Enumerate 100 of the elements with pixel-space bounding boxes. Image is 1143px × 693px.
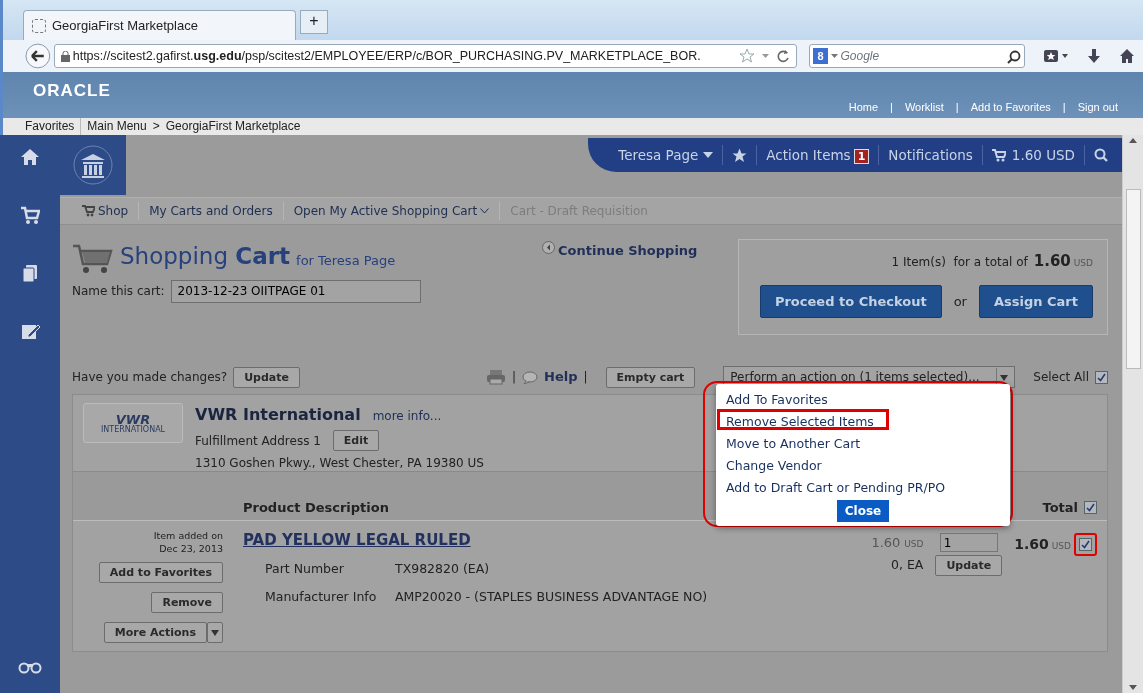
breadcrumb-link[interactable]: Shop — [98, 202, 129, 220]
lock-icon — [60, 50, 70, 62]
field-label: Part Number — [265, 559, 345, 578]
line-total: 1.60 — [1014, 535, 1049, 554]
or-label: or — [953, 292, 967, 311]
separator: | — [890, 99, 893, 115]
star-outline-icon[interactable] — [739, 48, 756, 64]
notifications-link[interactable]: Notifications — [888, 144, 973, 166]
vendor-name: VWR International — [195, 404, 361, 426]
url-text: https://scitest2.gafirst.usg.edu/psp/scitest2/EMPLOYEE/ERP/c/BOR_PURCHASING.PV_MARKETPLACE_BOR. — [72, 47, 701, 65]
more-actions-caret[interactable] — [207, 622, 223, 643]
search-icon[interactable] — [1007, 49, 1021, 64]
header-link[interactable]: Worklist — [904, 98, 944, 115]
scroll-thumb[interactable] — [1125, 189, 1141, 369]
refresh-icon[interactable] — [776, 48, 791, 64]
cart-total: 1.60 — [1033, 251, 1071, 272]
cart-icon[interactable] — [991, 148, 1006, 162]
currency-label: USD — [1073, 257, 1093, 270]
field-value: TX982820 (EA) — [395, 559, 491, 578]
url-field[interactable]: https://scitest2.gafirst.usg.edu/psp/scitest2/EMPLOYEE/ERP/c/BOR_PURCHASING.PV_MARKETPLACE_BOR. — [53, 44, 798, 68]
fulfillment-address-label: Fulfillment Address 1 — [195, 432, 321, 450]
quantity-field[interactable]: 1 — [939, 533, 998, 552]
update-button[interactable]: Update — [233, 366, 300, 388]
column-header: Total — [1042, 498, 1078, 517]
oracle-logo: ORACLE — [33, 80, 111, 102]
page-title: Shopping Cart — [120, 242, 291, 271]
separator: | — [583, 369, 588, 386]
print-icon[interactable] — [485, 369, 506, 385]
search-engine-logo: 8 — [813, 47, 828, 65]
field-label: Name this cart: — [72, 283, 165, 300]
user-menu[interactable]: Teresa Page — [618, 144, 699, 166]
dropdown-arrow-icon — [830, 51, 838, 61]
header-link[interactable]: Add to Favorites — [970, 98, 1051, 115]
product-title[interactable]: PAD YELLOW LEGAL RULED — [243, 529, 803, 552]
download-arrow-icon[interactable] — [1087, 48, 1101, 64]
down-arrow-icon[interactable] — [1129, 685, 1137, 690]
checkbox[interactable] — [1095, 370, 1108, 384]
checkbox[interactable] — [1079, 538, 1092, 551]
menu-item[interactable]: Remove Selected Items — [717, 409, 889, 430]
menu-item[interactable]: Add to Draft Cart or Pending PR/PO — [717, 475, 955, 496]
menu-breadcrumb: GeorgiaFirst Marketplace — [165, 118, 301, 135]
field-value: AMP20020 - (STAPLES BUSINESS ADVANTAGE NO) — [395, 588, 709, 607]
caret-icon — [211, 630, 219, 636]
empty-cart-button[interactable]: Empty cart — [605, 366, 696, 388]
scrollbar[interactable] — [1122, 135, 1143, 693]
documents-icon[interactable] — [20, 263, 40, 283]
back-circle-icon[interactable] — [542, 241, 555, 254]
cart-name-field[interactable]: 2013-12-23 OIITPAGE 01 — [170, 279, 421, 303]
help-link[interactable]: Help — [544, 367, 578, 387]
count-badge: 1 — [853, 148, 870, 164]
star-icon[interactable] — [732, 147, 748, 163]
cart-total-link[interactable]: 1.60 USD — [1011, 144, 1075, 166]
browser-tab[interactable]: GeorgiaFirst Marketplace — [23, 10, 296, 40]
separator: | — [511, 369, 516, 386]
shopping-cart-icon — [72, 243, 114, 274]
header-link[interactable]: Sign out — [1077, 98, 1118, 115]
up-arrow-icon[interactable] — [1129, 138, 1137, 143]
separator: | — [955, 99, 959, 115]
currency-label: USD — [904, 539, 924, 549]
checkbox[interactable] — [1084, 500, 1097, 514]
unit-price: 1.60 — [871, 535, 901, 550]
date-added: Dec 23, 2013 — [158, 542, 223, 555]
cart-owner-label: for Teresa Page — [296, 252, 396, 270]
search-field[interactable]: 8 Google — [809, 44, 1025, 68]
menu-item[interactable]: Main Menu — [87, 118, 147, 135]
update-button[interactable]: Update — [935, 555, 1003, 576]
menu-item[interactable]: Add To Favorites — [717, 387, 837, 408]
cart-icon[interactable] — [20, 205, 40, 225]
separator: | — [1062, 99, 1066, 115]
breadcrumb-link[interactable]: Open My Active Shopping Cart — [293, 202, 478, 220]
new-tab-button[interactable]: + — [300, 10, 328, 34]
home-icon[interactable] — [20, 147, 40, 167]
remove-button[interactable]: Remove — [151, 592, 223, 613]
search-icon[interactable] — [1094, 148, 1108, 162]
continue-shopping-link[interactable]: Continue Shopping — [558, 241, 698, 261]
breadcrumb-link[interactable]: My Carts and Orders — [149, 204, 273, 218]
edit-button[interactable]: Edit — [332, 430, 380, 451]
cart-icon — [82, 205, 95, 217]
bookmark-icon[interactable] — [1043, 48, 1069, 64]
home-icon[interactable] — [1119, 48, 1135, 64]
unit-of-measure: 0, EA — [890, 555, 924, 574]
assign-cart-button[interactable]: Assign Cart — [978, 284, 1093, 318]
menu-item[interactable]: Favorites — [25, 118, 75, 135]
action-items-link[interactable]: Action Items — [766, 144, 851, 166]
more-info-link[interactable]: more info... — [372, 407, 442, 425]
menu-item[interactable]: Change Vendor — [717, 453, 831, 474]
column-header: Product Description — [243, 498, 389, 517]
checkout-button[interactable]: Proceed to Checkout — [759, 284, 942, 318]
add-to-favorites-button[interactable]: Add to Favorites — [98, 562, 223, 583]
vendor-address: 1310 Goshen Pkwy., West Chester, PA 19380 US — [195, 455, 484, 472]
header-link[interactable]: Home — [848, 98, 879, 115]
date-added-label: Item added on — [153, 529, 223, 542]
menu-item[interactable]: Move to Another Cart — [717, 431, 870, 452]
breadcrumb-separator: > — [152, 118, 160, 135]
field-label: Manufacturer Info — [265, 588, 378, 607]
close-button[interactable]: Close — [836, 500, 890, 522]
caret-icon — [1000, 374, 1009, 381]
caret-icon[interactable] — [480, 208, 490, 214]
caret-icon[interactable] — [703, 151, 714, 159]
more-actions-button[interactable]: More Actions — [103, 622, 207, 643]
